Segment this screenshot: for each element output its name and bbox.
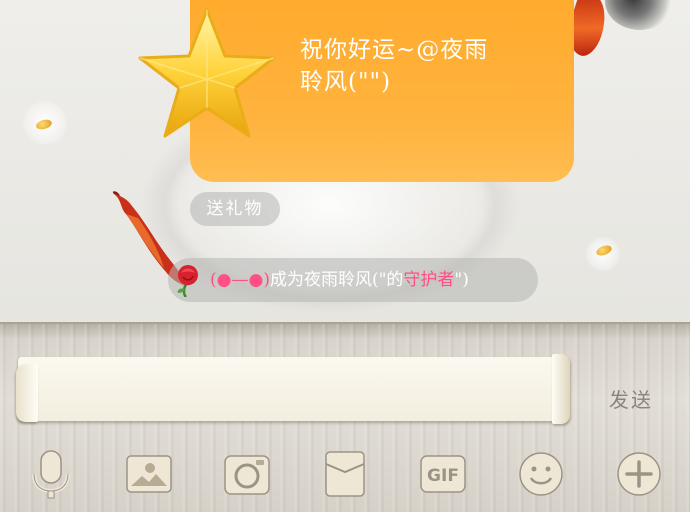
- gift-message-line: 祝你好运~@夜雨: [300, 37, 489, 63]
- more-button[interactable]: [614, 448, 664, 500]
- send-button[interactable]: 发送: [596, 380, 666, 420]
- gif-icon: GIF: [420, 455, 466, 493]
- message-input[interactable]: [44, 366, 544, 416]
- envelope-button[interactable]: [320, 448, 370, 500]
- rose-icon: [177, 265, 198, 297]
- emoji-button[interactable]: [516, 448, 566, 500]
- emoji-icon: [519, 452, 563, 496]
- paper-curl-decoration: [552, 354, 570, 424]
- camera-button[interactable]: [222, 448, 272, 500]
- guardian-notice: (●—●)成为夜雨聆风("的守护者"): [168, 258, 538, 302]
- gif-button[interactable]: GIF: [418, 448, 468, 500]
- paper-curl-decoration: [16, 364, 38, 422]
- microphone-icon: [32, 450, 70, 499]
- envelope-icon: [325, 451, 365, 497]
- guardian-emoticon-open: (: [210, 270, 217, 290]
- gold-star-icon: [138, 8, 276, 138]
- guardian-title: 守护者: [403, 270, 455, 290]
- send-gift-label: 送礼物: [190, 192, 280, 226]
- ink-tree-decoration: [605, 0, 675, 30]
- voice-button[interactable]: [26, 448, 76, 500]
- plus-icon: [617, 452, 661, 496]
- gif-icon-label: GIF: [427, 466, 459, 486]
- gift-message-line: 聆风(""): [300, 69, 392, 95]
- guardian-notice-tail: "): [454, 270, 469, 290]
- guardian-emoticon: ●—●: [216, 270, 264, 290]
- guardian-notice-text: 成为夜雨聆风("的: [269, 270, 404, 290]
- photo-icon: [126, 455, 172, 493]
- guardian-emoticon-close: ): [263, 270, 270, 290]
- photo-button[interactable]: [124, 448, 174, 500]
- gift-message-text: 祝你好运~@夜雨 聆风(""): [300, 34, 540, 98]
- camera-icon: [224, 455, 270, 495]
